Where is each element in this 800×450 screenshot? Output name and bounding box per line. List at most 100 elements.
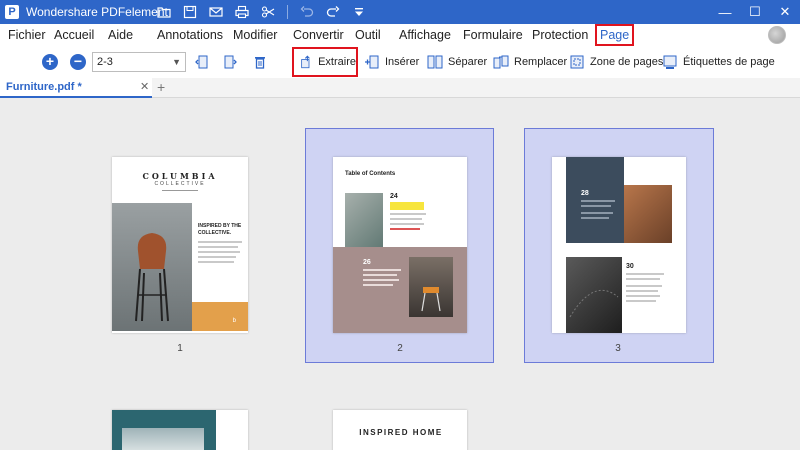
text-line — [581, 205, 611, 207]
text-line — [363, 274, 397, 276]
text-line — [626, 285, 662, 287]
dropdown-icon[interactable] — [346, 0, 372, 24]
page-thumbnail-4[interactable] — [112, 410, 248, 450]
avatar[interactable] — [768, 26, 786, 44]
menu-protection[interactable]: Protection — [532, 24, 588, 46]
menu-formulaire[interactable]: Formulaire — [463, 24, 523, 46]
zoom-out-icon: − — [70, 54, 86, 70]
menu-page[interactable]: Page — [595, 24, 635, 46]
page-thumbnails-area: COLUMBIA COLLECTIVE INSPIRED BY THE COLL… — [0, 99, 800, 450]
zoom-out-button[interactable]: − — [70, 46, 86, 78]
zoom-in-icon: + — [42, 54, 58, 70]
app-logo-icon: P — [0, 0, 24, 24]
p3-number-28: 28 — [581, 190, 589, 197]
sofa-photo — [345, 193, 383, 251]
insert-page-icon — [365, 55, 379, 69]
text-line — [626, 295, 660, 297]
extraire-button[interactable]: Extraire — [292, 47, 358, 77]
minimize-button[interactable]: — — [710, 0, 740, 24]
p3-number-30: 30 — [626, 263, 634, 270]
text-line — [198, 246, 238, 248]
add-tab-button[interactable]: + — [157, 78, 165, 96]
rotate-page-left-icon — [195, 55, 208, 69]
tab-furniture-pdf[interactable]: Furniture.pdf * ✕ — [0, 78, 152, 98]
delete-page-button[interactable] — [252, 46, 273, 78]
extraire-label: Extraire — [318, 56, 356, 68]
p1-subtitle: COLLECTIVE — [154, 181, 206, 187]
zone-de-pages-label: Zone de pages — [590, 56, 664, 68]
menu-fichier[interactable]: Fichier — [8, 24, 46, 46]
redo-icon[interactable] — [320, 0, 346, 24]
inserer-label: Insérer — [385, 56, 420, 68]
p5-title: INSPIRED HOME — [359, 428, 443, 437]
p1-mark: b — [232, 318, 236, 324]
menu-affichage[interactable]: Affichage — [399, 24, 451, 46]
text-line — [198, 241, 242, 243]
page-range-select[interactable]: 2-3 ▼ — [92, 52, 186, 72]
interior-photo — [122, 428, 204, 450]
divider — [287, 5, 288, 19]
trash-icon — [255, 57, 265, 69]
separer-label: Séparer — [448, 56, 488, 68]
craftsman-photo — [624, 185, 672, 243]
page-range-value: 2-3 — [97, 56, 113, 68]
text-line — [626, 273, 664, 275]
replace-page-icon — [493, 55, 509, 69]
zone-de-pages-button[interactable]: Zone de pages — [569, 46, 663, 78]
text-line — [581, 200, 615, 202]
leather-photo — [566, 257, 622, 333]
menu-aide[interactable]: Aide — [108, 24, 133, 46]
inserer-button[interactable]: Insérer — [364, 46, 419, 78]
rotate-left-button[interactable] — [194, 46, 215, 78]
menu-convertir[interactable]: Convertir — [293, 24, 344, 46]
crop-box-icon — [570, 55, 584, 69]
p1-rule — [162, 190, 198, 191]
scissors-icon[interactable] — [255, 0, 281, 24]
remplacer-label: Remplacer — [514, 56, 568, 68]
page-thumbnail-2[interactable]: Table of Contents 24 26 — [333, 157, 467, 333]
page-number-3: 3 — [615, 343, 621, 354]
text-line — [198, 251, 240, 253]
etiquettes-de-page-label: Étiquettes de page — [683, 56, 775, 68]
close-button[interactable]: ✕ — [770, 0, 800, 24]
title-bar: P Wondershare PDFelement — ☐ ✕ — [0, 0, 800, 24]
menu-annotations[interactable]: Annotations — [157, 24, 223, 46]
text-line — [363, 279, 399, 281]
rotate-page-right-icon — [224, 55, 237, 69]
document-tab-bar: Furniture.pdf * ✕ + — [0, 78, 800, 98]
menu-bar: Fichier Accueil Aide Annotations Modifie… — [0, 24, 800, 46]
folder-icon[interactable] — [151, 0, 177, 24]
maximize-button[interactable]: ☐ — [740, 0, 770, 24]
text-line — [198, 261, 234, 263]
split-page-icon — [427, 55, 443, 69]
etiquettes-de-page-button[interactable]: Étiquettes de page — [662, 46, 775, 78]
mail-icon[interactable] — [203, 0, 229, 24]
p2-number-24: 24 — [390, 193, 398, 200]
rotate-right-button[interactable] — [222, 46, 243, 78]
p1-brand: COLUMBIA — [142, 171, 218, 181]
page-thumbnail-1[interactable]: COLUMBIA COLLECTIVE INSPIRED BY THE COLL… — [112, 157, 248, 333]
menu-outil[interactable]: Outil — [355, 24, 381, 46]
text-line — [390, 218, 422, 220]
highlight — [390, 202, 424, 210]
page-number-1: 1 — [177, 343, 183, 354]
page-thumbnail-3[interactable]: 28 30 — [552, 157, 686, 333]
text-line — [363, 284, 393, 286]
menu-accueil[interactable]: Accueil — [54, 24, 94, 46]
menu-modifier[interactable]: Modifier — [233, 24, 277, 46]
save-icon[interactable] — [177, 0, 203, 24]
page-thumbnail-5[interactable]: INSPIRED HOME — [333, 410, 467, 450]
orange-block: b — [192, 302, 248, 331]
p2-title: Table of Contents — [345, 171, 396, 177]
text-line — [626, 278, 660, 280]
print-icon[interactable] — [229, 0, 255, 24]
text-line — [581, 212, 613, 214]
orange-chair-photo — [409, 257, 453, 317]
close-icon[interactable]: ✕ — [140, 80, 149, 93]
separer-button[interactable]: Séparer — [427, 46, 487, 78]
toolbar: + − 2-3 ▼ Extraire Insérer Séparer Rempl… — [0, 46, 800, 78]
remplacer-button[interactable]: Remplacer — [493, 46, 567, 78]
zoom-in-button[interactable]: + — [42, 46, 58, 78]
chevron-down-icon: ▼ — [172, 57, 181, 67]
undo-icon[interactable] — [294, 0, 320, 24]
